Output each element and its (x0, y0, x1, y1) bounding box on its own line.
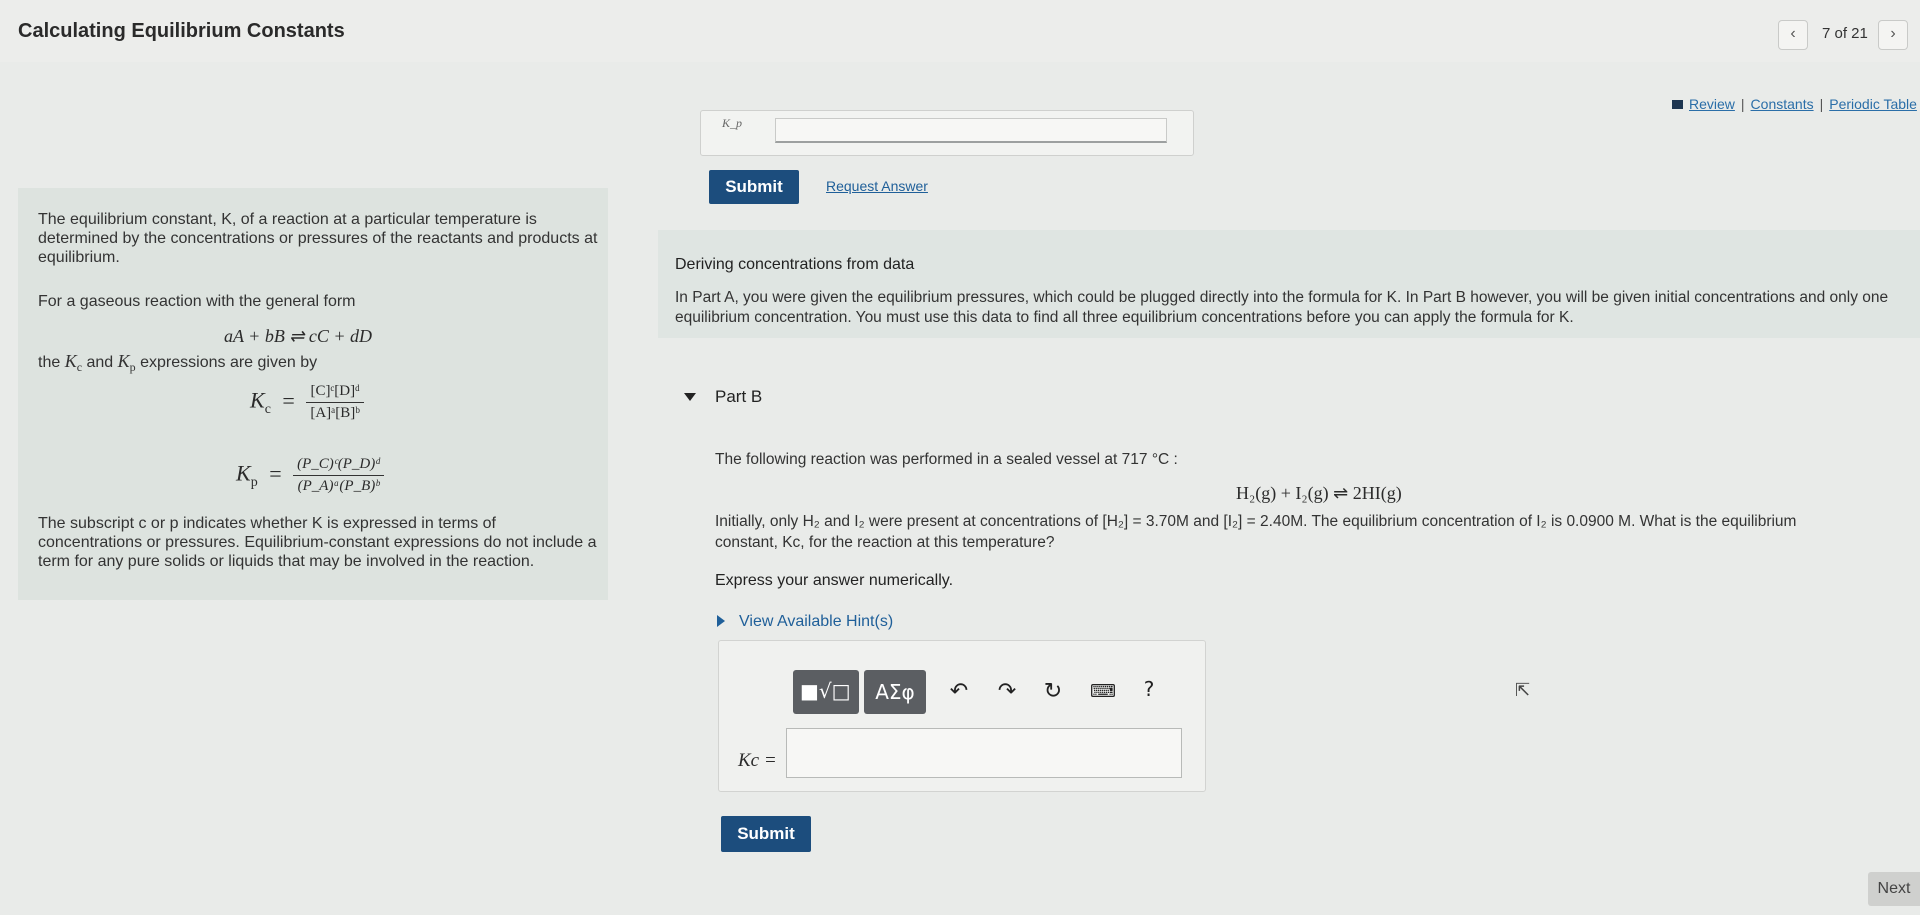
kc-formula: Kc = [C]ᶜ[D]ᵈ [A]ᵃ[B]ᵇ (250, 383, 364, 422)
book-icon (1672, 100, 1683, 109)
collapse-caret-icon[interactable] (684, 393, 696, 401)
undo-icon[interactable]: ↶ (942, 675, 976, 709)
page-count: 7 of 21 (1822, 25, 1868, 42)
kc-numerator: [C]ᶜ[D]ᵈ (306, 383, 364, 403)
previous-item-button[interactable]: ‹ (1778, 20, 1808, 50)
templates-icon: ■√□ (800, 679, 851, 703)
reaction-equation: H₂(g) + I₂(g) ⇌ 2HI(g) (1236, 483, 1402, 503)
part-a-submit-button[interactable]: Submit (709, 170, 799, 204)
part-a-answer-label: K_p (722, 116, 743, 130)
view-hints-link[interactable]: View Available Hint(s) (739, 613, 893, 631)
part-b-title[interactable]: Part B (715, 387, 762, 407)
part-a-answer-input[interactable] (775, 118, 1167, 143)
intro-paragraph-1: The equilibrium constant, K, of a reacti… (38, 211, 598, 266)
kp-numerator: (P_C)ᶜ(P_D)ᵈ (293, 456, 384, 476)
answer-label: Kc = (738, 750, 777, 771)
keyboard-icon[interactable]: ⌨ (1086, 675, 1120, 709)
help-button[interactable]: ? (1132, 672, 1166, 706)
intro-paragraph-4: The subscript c or p indicates whether K… (38, 515, 597, 570)
chevron-left-icon: ‹ (1790, 25, 1796, 42)
part-b-intro: The following reaction was performed in … (715, 451, 1178, 468)
next-item-button[interactable]: › (1878, 20, 1908, 50)
intro-paragraph-2: For a gaseous reaction with the general … (38, 293, 356, 310)
general-reaction: aA + bB ⇌ cC + dD (224, 326, 373, 346)
greek-symbols-button[interactable]: ΑΣφ (864, 670, 926, 714)
templates-button[interactable]: ■√□ (793, 670, 859, 714)
part-b-submit-button[interactable]: Submit (721, 816, 811, 852)
reset-icon[interactable]: ↻ (1036, 675, 1070, 709)
constants-link[interactable]: Constants (1751, 96, 1814, 112)
kp-denominator: (P_A)ᵃ(P_B)ᵇ (297, 478, 380, 494)
answer-instruction: Express your answer numerically. (715, 572, 954, 589)
chevron-right-icon: › (1890, 25, 1896, 42)
part-b-question-line-2: constant, Kc, for the reaction at this t… (715, 534, 1055, 551)
next-button[interactable]: Next (1868, 872, 1920, 906)
request-answer-link[interactable]: Request Answer (826, 178, 928, 194)
deriving-text: In Part A, you were given the equilibriu… (675, 289, 1889, 326)
separator: | (1819, 96, 1824, 112)
kp-formula: Kp = (P_C)ᶜ(P_D)ᵈ (P_A)ᵃ(P_B)ᵇ (236, 456, 384, 495)
separator: | (1740, 96, 1745, 112)
periodic-table-link[interactable]: Periodic Table (1829, 96, 1917, 112)
kc-denominator: [A]ᵃ[B]ᵇ (310, 405, 360, 421)
review-link[interactable]: Review (1689, 96, 1735, 112)
redo-icon[interactable]: ↷ (990, 675, 1024, 709)
expand-caret-icon[interactable] (717, 615, 725, 627)
intro-paragraph-3: the Kc and Kp expressions are given by (38, 351, 318, 375)
resources-links: Review | Constants | Periodic Table (1672, 96, 1917, 112)
deriving-title: Deriving concentrations from data (675, 256, 915, 273)
part-b-question-line-1: Initially, only H₂ and I₂ were present a… (715, 513, 1797, 530)
page-title: Calculating Equilibrium Constants (18, 20, 345, 42)
mouse-cursor-icon: ⇱ (1515, 680, 1531, 700)
answer-input[interactable] (786, 728, 1182, 778)
